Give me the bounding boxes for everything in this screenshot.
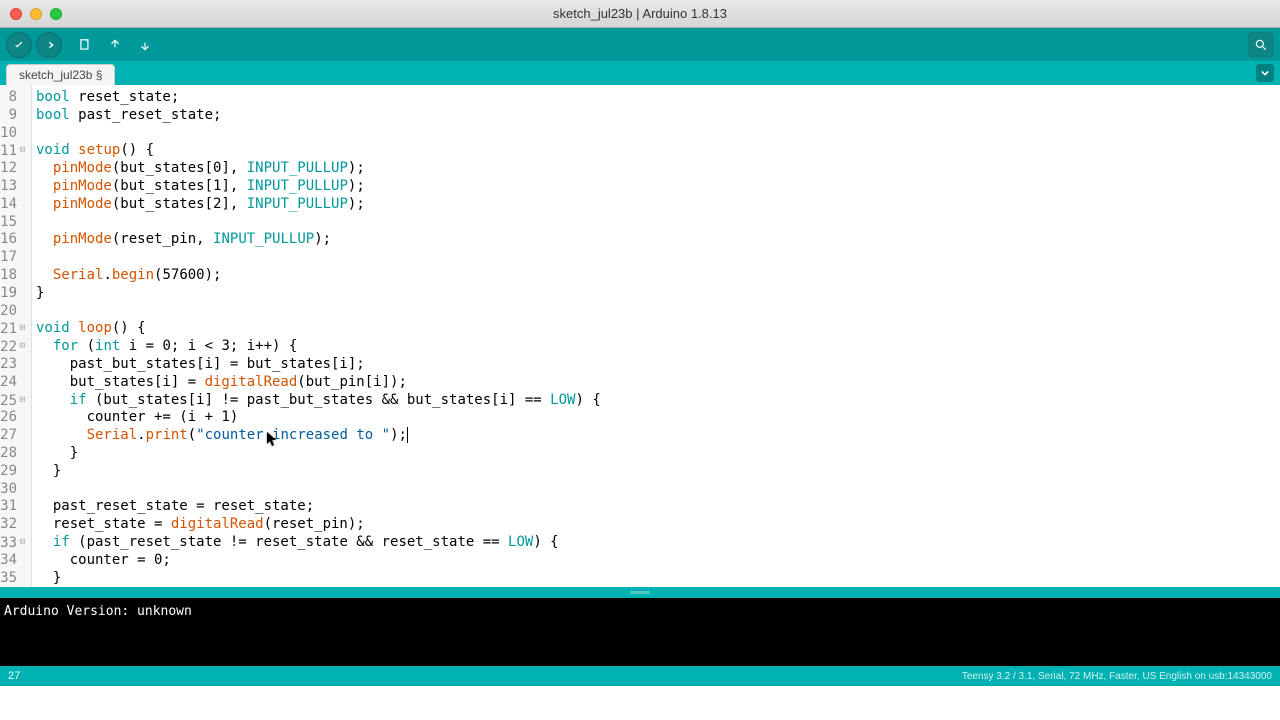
- line-number: 30: [0, 481, 27, 499]
- line-number: 31: [0, 498, 27, 516]
- line-number: 12: [0, 160, 27, 178]
- code-line[interactable]: void loop() {: [36, 320, 601, 338]
- line-number: 26: [0, 409, 27, 427]
- line-number: 16: [0, 231, 27, 249]
- code-line[interactable]: past_reset_state = reset_state;: [36, 498, 601, 516]
- line-number: 13: [0, 178, 27, 196]
- code-line[interactable]: [36, 125, 601, 143]
- zoom-window-icon[interactable]: [50, 8, 62, 20]
- code-line[interactable]: }: [36, 445, 601, 463]
- line-number: 10: [0, 125, 27, 143]
- status-board-info: Teensy 3.2 / 3.1, Serial, 72 MHz, Faster…: [962, 671, 1272, 682]
- line-number: 14: [0, 196, 27, 214]
- code-line[interactable]: pinMode(but_states[0], INPUT_PULLUP);: [36, 160, 601, 178]
- code-line[interactable]: void setup() {: [36, 142, 601, 160]
- code-line[interactable]: Serial.print("counter increased to ");: [36, 427, 601, 445]
- serial-monitor-button[interactable]: [1248, 32, 1274, 58]
- code-line[interactable]: pinMode(but_states[2], INPUT_PULLUP);: [36, 196, 601, 214]
- window-title: sketch_jul23b | Arduino 1.8.13: [0, 6, 1280, 21]
- close-window-icon[interactable]: [10, 8, 22, 20]
- code-line[interactable]: }: [36, 463, 601, 481]
- line-number: 17: [0, 249, 27, 267]
- tab-strip: sketch_jul23b §: [0, 61, 1280, 85]
- code-line[interactable]: pinMode(but_states[1], INPUT_PULLUP);: [36, 178, 601, 196]
- minimize-window-icon[interactable]: [30, 8, 42, 20]
- status-line-number: 27: [8, 670, 962, 682]
- code-line[interactable]: counter += (i + 1): [36, 409, 601, 427]
- line-number: 35: [0, 570, 27, 587]
- sketch-tab[interactable]: sketch_jul23b §: [6, 64, 115, 85]
- code-line[interactable]: [36, 249, 601, 267]
- code-line[interactable]: for (int i = 0; i < 3; i++) {: [36, 338, 601, 356]
- line-number: 15: [0, 214, 27, 232]
- line-number: 9: [0, 107, 27, 125]
- line-number: 24: [0, 374, 27, 392]
- output-console: Arduino Version: unknown: [0, 598, 1280, 666]
- code-line[interactable]: but_states[i] = digitalRead(but_pin[i]);: [36, 374, 601, 392]
- code-line[interactable]: Serial.begin(57600);: [36, 267, 601, 285]
- line-number: 23: [0, 356, 27, 374]
- code-line[interactable]: counter = 0;: [36, 552, 601, 570]
- open-sketch-button[interactable]: [102, 32, 128, 58]
- line-number: 27: [0, 427, 27, 445]
- line-number: 8: [0, 89, 27, 107]
- save-sketch-button[interactable]: [132, 32, 158, 58]
- code-editor[interactable]: 891011⊟12131415161718192021⊟22⊟232425⊟26…: [0, 85, 1280, 587]
- console-text: Arduino Version: unknown: [4, 604, 192, 619]
- code-line[interactable]: reset_state = digitalRead(reset_pin);: [36, 516, 601, 534]
- line-number: 11⊟: [0, 142, 27, 160]
- line-number: 20: [0, 303, 27, 321]
- code-line[interactable]: }: [36, 285, 601, 303]
- line-gutter: 891011⊟12131415161718192021⊟22⊟232425⊟26…: [0, 85, 32, 587]
- code-line[interactable]: [36, 303, 601, 321]
- toolbar: [0, 28, 1280, 61]
- line-number: 33⊟: [0, 534, 27, 552]
- code-line[interactable]: if (but_states[i] != past_but_states && …: [36, 392, 601, 410]
- code-line[interactable]: bool past_reset_state;: [36, 107, 601, 125]
- line-number: 29: [0, 463, 27, 481]
- code-line[interactable]: [36, 481, 601, 499]
- code-line[interactable]: bool reset_state;: [36, 89, 601, 107]
- window-titlebar: sketch_jul23b | Arduino 1.8.13: [0, 0, 1280, 28]
- code-line[interactable]: pinMode(reset_pin, INPUT_PULLUP);: [36, 231, 601, 249]
- line-number: 34: [0, 552, 27, 570]
- line-number: 22⊟: [0, 338, 27, 356]
- upload-button[interactable]: [36, 32, 62, 58]
- line-number: 21⊟: [0, 320, 27, 338]
- line-number: 25⊟: [0, 392, 27, 410]
- code-line[interactable]: }: [36, 570, 601, 587]
- code-line[interactable]: past_but_states[i] = but_states[i];: [36, 356, 601, 374]
- status-bar: 27 Teensy 3.2 / 3.1, Serial, 72 MHz, Fas…: [0, 666, 1280, 686]
- new-sketch-button[interactable]: [72, 32, 98, 58]
- pane-divider[interactable]: [0, 587, 1280, 598]
- verify-button[interactable]: [6, 32, 32, 58]
- line-number: 28: [0, 445, 27, 463]
- code-line[interactable]: if (past_reset_state != reset_state && r…: [36, 534, 601, 552]
- code-line[interactable]: [36, 214, 601, 232]
- code-content[interactable]: bool reset_state;bool past_reset_state;v…: [32, 85, 601, 587]
- tab-dropdown-button[interactable]: [1256, 64, 1274, 82]
- line-number: 32: [0, 516, 27, 534]
- line-number: 19: [0, 285, 27, 303]
- line-number: 18: [0, 267, 27, 285]
